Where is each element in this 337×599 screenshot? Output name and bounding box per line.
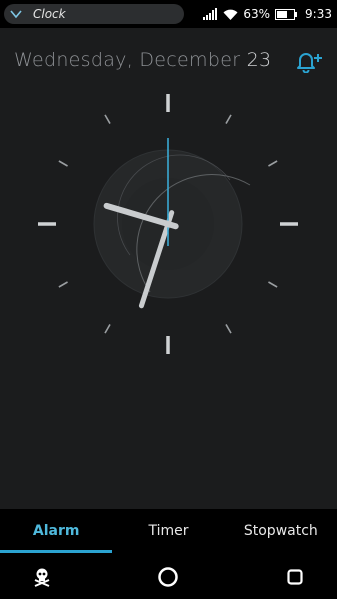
- battery-icon: [275, 8, 298, 20]
- chevron-down-icon[interactable]: [9, 7, 23, 21]
- recents-square-icon[interactable]: [284, 566, 306, 588]
- clock-tick-5: [225, 324, 232, 334]
- clock-tick-1: [225, 114, 232, 124]
- date-display: Wednesday, December 23: [14, 49, 271, 71]
- clock-tick-8: [58, 281, 68, 288]
- app-title-pill[interactable]: Clock: [4, 4, 184, 24]
- tab-bar: Alarm Timer Stopwatch: [0, 509, 337, 553]
- clock-tick-7: [104, 324, 111, 334]
- day-number: 23: [246, 49, 272, 71]
- clock-tick-11: [104, 114, 111, 124]
- tab-timer[interactable]: Timer: [112, 509, 224, 553]
- status-indicators: 63% 9:33: [203, 6, 332, 22]
- nav-bar: [0, 553, 337, 599]
- signal-icon: [203, 8, 218, 20]
- wifi-icon: [223, 9, 238, 20]
- clock-tick-4: [268, 281, 278, 288]
- clock-tick-2: [268, 160, 278, 167]
- tab-alarm[interactable]: Alarm: [0, 509, 113, 553]
- date-text: Wednesday, December: [14, 49, 241, 71]
- add-alarm-icon[interactable]: [293, 49, 323, 73]
- skull-icon[interactable]: [31, 566, 53, 588]
- status-bar: Clock 63% 9:33: [0, 0, 337, 28]
- home-circle-icon[interactable]: [157, 566, 179, 588]
- app-title: Clock: [33, 7, 66, 21]
- analog-clock: [38, 94, 298, 354]
- clock-center-cap: [164, 220, 172, 228]
- battery-percent: 63%: [243, 7, 271, 21]
- status-time: 9:33: [305, 7, 332, 21]
- tab-stopwatch[interactable]: Stopwatch: [225, 509, 337, 553]
- clock-tick-10: [58, 160, 68, 167]
